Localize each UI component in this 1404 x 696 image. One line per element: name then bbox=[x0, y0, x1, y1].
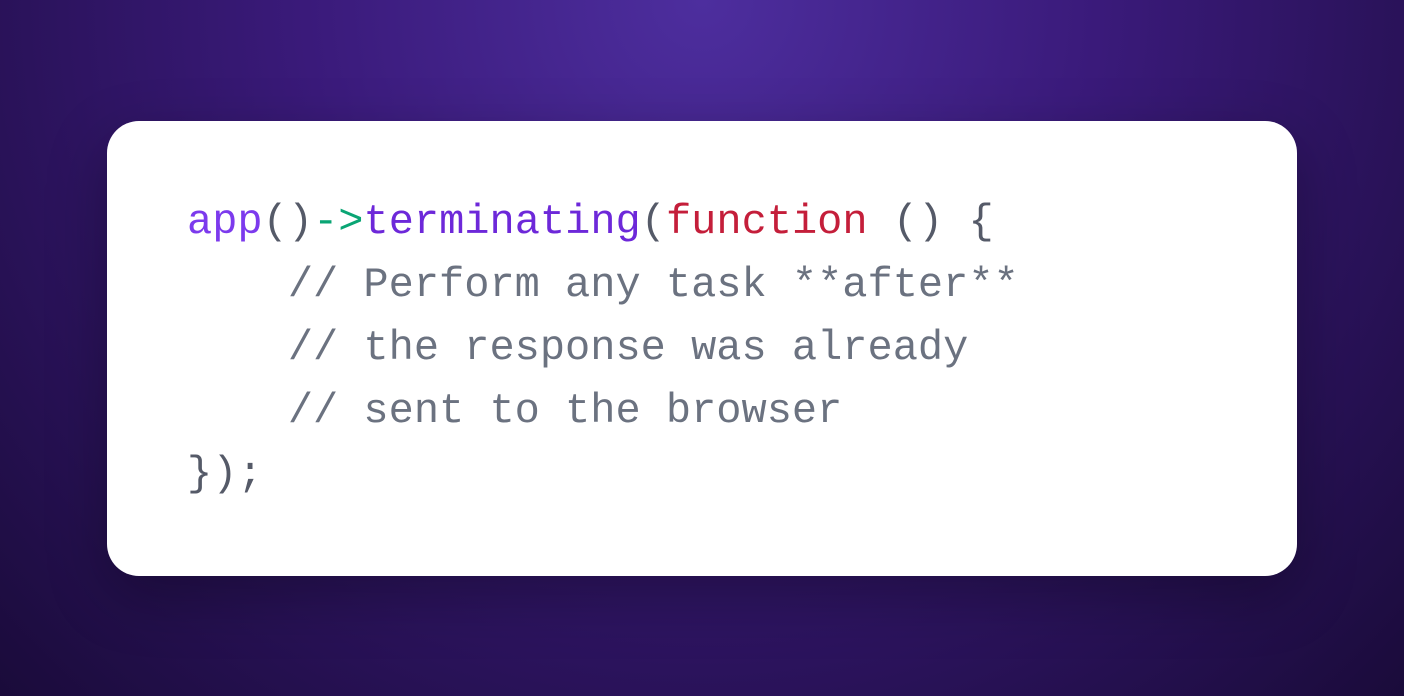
keyword-function: function bbox=[666, 198, 868, 246]
space-before-brace bbox=[943, 198, 968, 246]
open-brace: { bbox=[968, 198, 993, 246]
comment-line-1: // Perform any task **after** bbox=[187, 261, 1019, 309]
comment-line-2: // the response was already bbox=[187, 324, 968, 372]
close-brace: } bbox=[187, 450, 212, 498]
comment-line-3: // sent to the browser bbox=[187, 387, 842, 435]
arrow-operator: -> bbox=[313, 198, 363, 246]
semicolon: ; bbox=[237, 450, 262, 498]
paren-open-1: ( bbox=[263, 198, 288, 246]
space-after-function bbox=[868, 198, 893, 246]
anon-parens: () bbox=[893, 198, 943, 246]
paren-open-2: ( bbox=[641, 198, 666, 246]
code-snippet-card: app()->terminating(function () { // Perf… bbox=[107, 121, 1297, 576]
paren-close-end: ) bbox=[212, 450, 237, 498]
paren-close-1: ) bbox=[288, 198, 313, 246]
code-block: app()->terminating(function () { // Perf… bbox=[187, 191, 1217, 506]
method-terminating: terminating bbox=[363, 198, 640, 246]
function-name-app: app bbox=[187, 198, 263, 246]
